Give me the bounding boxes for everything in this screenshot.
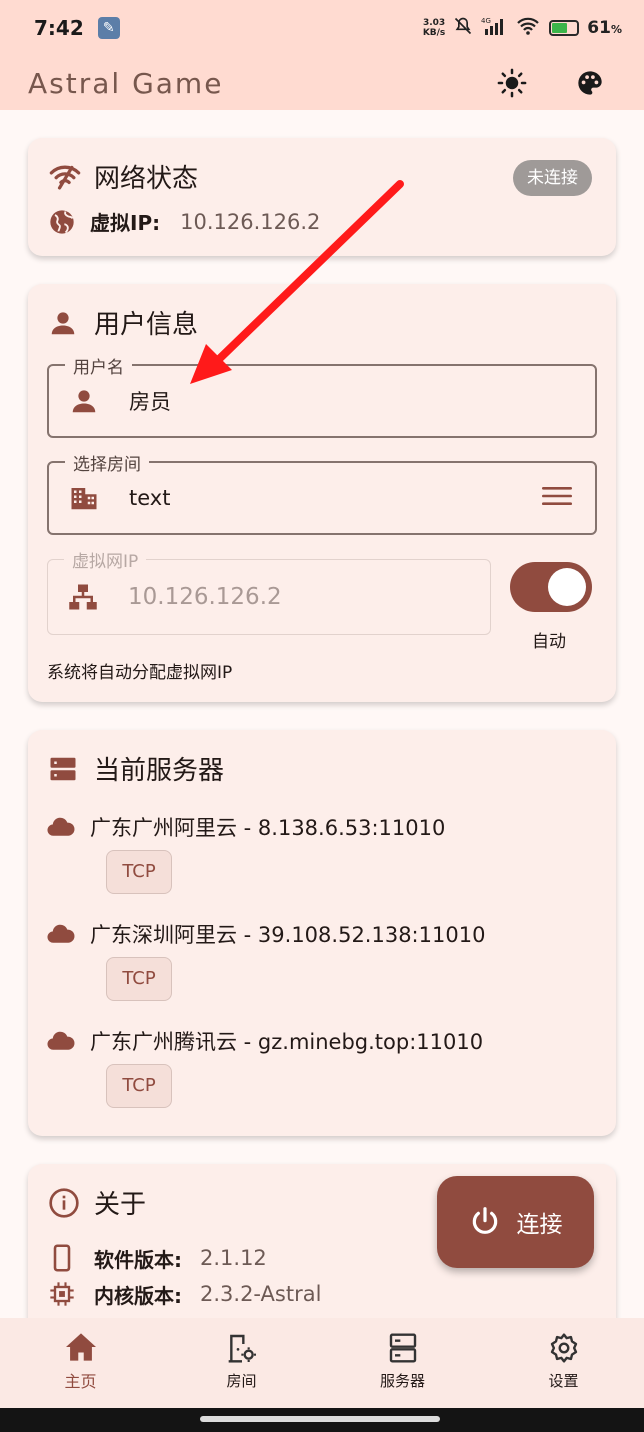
status-bar: 7:42 ✎ 3.03 KB/s 4G 61% — [0, 0, 644, 56]
server-icon — [50, 757, 76, 780]
nav-home-label: 主页 — [64, 1372, 97, 1391]
app-version-label: 软件版本: — [94, 1247, 182, 1272]
server-name: 广东广州腾讯云 - gz.minebg.top:11010 — [90, 1030, 484, 1054]
user-info-card: 用户信息 用户名 房员 选择房间 text 虚拟网IP 10.126.126.2… — [28, 284, 616, 702]
palette-button[interactable] — [574, 67, 606, 99]
username-label: 用户名 — [65, 353, 132, 378]
person-icon — [51, 311, 75, 334]
network-status-title: 网络状态 — [94, 164, 199, 194]
core-version-label: 内核版本: — [94, 1283, 182, 1308]
app-bar: Astral Game — [0, 56, 644, 110]
nav-room[interactable]: 房间 — [161, 1318, 322, 1408]
connect-button-label: 连接 — [516, 1212, 563, 1238]
status-icons: 3.03 KB/s 4G 61% — [423, 16, 622, 40]
wifi-off-icon — [49, 165, 81, 190]
virtual-ip-input: 10.126.126.2 — [128, 584, 282, 610]
cloud-icon — [47, 1031, 75, 1050]
building-icon — [71, 488, 97, 510]
virtual-ip-field-label: 虚拟网IP — [64, 547, 147, 572]
room-select-value[interactable]: text — [129, 486, 170, 510]
auto-ip-label: 自动 — [532, 632, 566, 652]
phone-icon — [53, 1244, 71, 1272]
nav-settings-label: 设置 — [548, 1372, 579, 1390]
core-version-value: 2.3.2-Astral — [200, 1282, 322, 1306]
network-status-card: 网络状态 未连接 虚拟IP: 10.126.126.2 — [28, 138, 616, 256]
menu-icon — [542, 487, 572, 505]
mute-icon — [453, 16, 473, 40]
app-version-value: 2.1.12 — [200, 1246, 267, 1270]
cell-signal-icon: 4G — [481, 16, 507, 40]
nav-room-label: 房间 — [226, 1372, 257, 1390]
nav-server-label: 服务器 — [379, 1372, 425, 1390]
server-item[interactable]: 广东广州腾讯云 - gz.minebg.top:11010 TCP — [46, 1026, 484, 1108]
battery-icon — [549, 20, 580, 36]
svg-text:4G: 4G — [481, 17, 491, 25]
home-gesture-bar[interactable] — [200, 1416, 440, 1422]
virtual-ip-label: 虚拟IP: — [90, 211, 161, 235]
protocol-chip: TCP — [106, 957, 172, 1001]
globe-icon — [50, 209, 74, 234]
username-input[interactable]: 房员 — [129, 386, 171, 416]
connection-status-badge: 未连接 — [513, 160, 592, 196]
menu-button[interactable] — [541, 484, 573, 512]
chip-icon — [50, 1282, 74, 1306]
server-name: 广东深圳阿里云 - 39.108.52.138:11010 — [90, 923, 486, 947]
server-item[interactable]: 广东广州阿里云 - 8.138.6.53:11010 TCP — [46, 812, 446, 894]
protocol-chip: TCP — [106, 850, 172, 894]
person-icon — [72, 390, 96, 413]
server-name: 广东广州阿里云 - 8.138.6.53:11010 — [90, 816, 446, 840]
room-select-label: 选择房间 — [65, 450, 149, 475]
home-icon — [65, 1333, 96, 1361]
nav-settings[interactable]: 设置 — [483, 1318, 644, 1408]
username-field[interactable]: 用户名 房员 — [47, 353, 597, 438]
toggle-knob — [548, 568, 586, 606]
server-icon — [389, 1333, 416, 1363]
gesture-area — [0, 1408, 644, 1432]
battery-percent: 61% — [587, 18, 622, 38]
power-icon — [472, 1207, 497, 1234]
connect-button[interactable]: 连接 — [437, 1176, 594, 1268]
network-speed: 3.03 KB/s — [422, 18, 446, 38]
status-time: 7:42 — [34, 16, 84, 40]
current-servers-card: 当前服务器 广东广州阿里云 - 8.138.6.53:11010 TCP 广东深… — [28, 730, 616, 1136]
cloud-icon — [47, 817, 75, 836]
virtual-ip-field: 虚拟网IP 10.126.126.2 — [47, 547, 491, 635]
wifi-icon — [515, 16, 541, 40]
about-title: 关于 — [94, 1190, 147, 1220]
virtual-ip-value: 10.126.126.2 — [180, 209, 321, 234]
protocol-chip: TCP — [106, 1064, 172, 1108]
gear-icon — [550, 1333, 577, 1363]
theme-toggle-button[interactable] — [496, 67, 528, 99]
nav-home[interactable]: 主页 — [0, 1318, 161, 1408]
auto-ip-toggle[interactable] — [510, 562, 592, 612]
server-item[interactable]: 广东深圳阿里云 - 39.108.52.138:11010 TCP — [46, 919, 486, 1001]
current-servers-title: 当前服务器 — [94, 756, 225, 786]
palette-icon — [578, 71, 602, 95]
wrench-icon: ✎ — [97, 17, 120, 39]
info-icon — [49, 1187, 79, 1218]
network-tree-icon — [69, 584, 97, 610]
bottom-navigation: 主页 房间 服务器 设置 — [0, 1318, 644, 1408]
room-settings-icon — [228, 1334, 256, 1363]
sun-icon — [497, 68, 527, 98]
auto-ip-hint: 系统将自动分配虚拟网IP — [47, 663, 233, 683]
app-title: Astral Game — [28, 66, 224, 100]
nav-server[interactable]: 服务器 — [322, 1318, 483, 1408]
cloud-icon — [47, 924, 75, 943]
user-info-title: 用户信息 — [94, 310, 199, 340]
room-select-field[interactable]: 选择房间 text — [47, 450, 597, 535]
